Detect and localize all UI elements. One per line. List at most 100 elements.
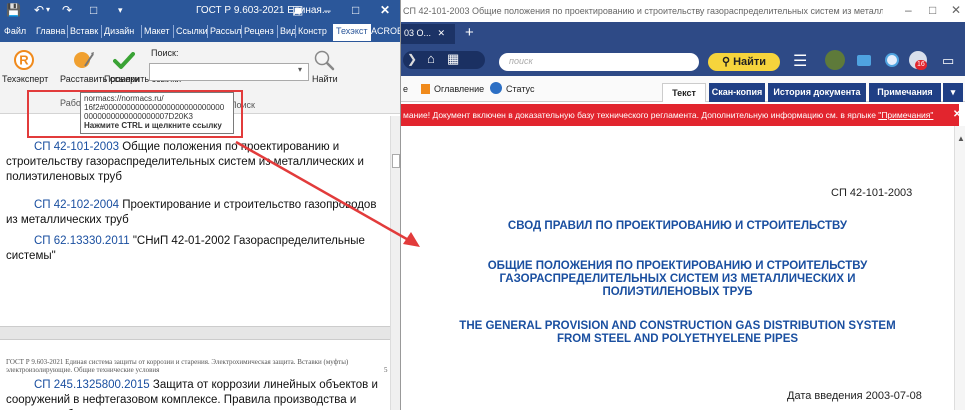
page-header-text: ГОСТ Р 9.603-2021 Единая система защиты …: [6, 358, 349, 374]
browser-tab[interactable]: 03 О... ✕: [401, 24, 455, 44]
toc-icon: [421, 84, 430, 94]
ribbon-display-icon[interactable]: ▣: [292, 3, 303, 17]
customize-toolbar-icon[interactable]: ▾: [118, 3, 123, 17]
svg-text:R: R: [19, 53, 29, 68]
tab-text[interactable]: Текст: [662, 83, 706, 102]
tab-scan-copy[interactable]: Скан-копия: [709, 83, 765, 102]
folder-icon[interactable]: [857, 55, 871, 66]
word-title-bar: 💾 ↶ ▾ ↷ □ ▾ ГОСТ Р 9.603-2021 Единая... …: [0, 0, 400, 22]
tab-document-history[interactable]: История документа: [768, 83, 866, 102]
document-viewer: СП 42-101-2003 СВОД ПРАВИЛ ПО ПРОЕКТИРОВ…: [401, 126, 954, 410]
document-heading-2: ОБЩИЕ ПОЛОЖЕНИЯ ПО ПРОЕКТИРОВАНИЮ И СТРО…: [401, 260, 954, 299]
home-icon[interactable]: ⌂: [427, 51, 435, 66]
document-heading-2-line-1: ОБЩИЕ ПОЛОЖЕНИЯ ПО ПРОЕКТИРОВАНИЮ И СТРО…: [487, 260, 868, 272]
browser-title-bar: СП 42-101-2003 Общие положения по проект…: [401, 0, 965, 22]
save-icon[interactable]: 💾: [6, 3, 21, 17]
redo-icon[interactable]: ↷: [62, 3, 72, 17]
word-ribbon-tabs: Файл Главна Вставк Дизайн Макет Ссылки Р…: [0, 22, 400, 42]
maximize-icon[interactable]: □: [352, 3, 359, 17]
tab-insert[interactable]: Вставк: [70, 26, 98, 36]
search-icon: ⚲: [721, 56, 730, 68]
document-code: СП 42-101-2003: [831, 187, 913, 199]
tab-home[interactable]: Главна: [36, 26, 65, 36]
doc-link-sp-62[interactable]: СП 62.13330.2011: [34, 235, 130, 247]
doc-reference-4: СП 245.1325800.2015 Защита от коррозии л…: [6, 378, 390, 410]
document-heading-3: THE GENERAL PROVISION AND CONSTRUCTION G…: [401, 320, 954, 346]
word-window: 💾 ↶ ▾ ↷ □ ▾ ГОСТ Р 9.603-2021 Единая... …: [0, 0, 400, 410]
document-heading-3-line-1: THE GENERAL PROVISION AND CONSTRUCTION G…: [459, 320, 896, 332]
browser-close-icon[interactable]: ✕: [951, 3, 961, 17]
notification-badge: 16: [915, 60, 927, 70]
new-document-icon[interactable]: □: [90, 3, 97, 17]
doc-link-sp-42-102[interactable]: СП 42-102-2004: [34, 199, 119, 211]
search-dropdown-icon[interactable]: ▾: [298, 65, 302, 74]
find-button[interactable]: ⚲ Найти: [708, 53, 780, 71]
tab-view[interactable]: Вид: [280, 26, 296, 36]
browser-window: СП 42-101-2003 Общие положения по проект…: [400, 0, 965, 410]
doc-link-sp-42-101[interactable]: СП 42-101-2003: [34, 141, 119, 153]
scroll-up-icon[interactable]: ▲: [957, 134, 965, 143]
document-intro-date: Дата введения 2003-07-08: [787, 390, 922, 402]
word-document-page: СП 42-101-2003 Общие положения по проект…: [0, 116, 390, 326]
arrange-links-icon[interactable]: [73, 50, 95, 70]
browser-tab-label: 03 О...: [404, 28, 432, 38]
tab-references[interactable]: Ссылки: [176, 26, 208, 36]
tab-mailings[interactable]: Рассыл: [210, 26, 241, 36]
chat-icon[interactable]: ▭: [942, 53, 954, 69]
toc-link[interactable]: Оглавление: [434, 84, 484, 94]
doc-reference-3: СП 62.13330.2011 "СНиП 42-01-2002 Газора…: [6, 234, 386, 264]
tab-acrobat[interactable]: ACROB: [371, 26, 400, 36]
close-icon[interactable]: ✕: [380, 3, 390, 17]
undo-dropdown-icon[interactable]: ▾: [46, 3, 50, 17]
browser-window-title: СП 42-101-2003 Общие положения по проект…: [403, 6, 883, 16]
tab-notes[interactable]: Примечания: [869, 83, 941, 102]
techexpert-logo-icon[interactable]: R: [14, 50, 34, 70]
nav-button-group: ❯ ⌂ ▦: [403, 51, 485, 69]
undo-icon[interactable]: ↶: [34, 3, 44, 17]
document-heading-2-line-3: ПОЛИЭТИЛЕНОВЫХ ТРУБ: [602, 286, 753, 298]
word-window-title: ГОСТ Р 9.603-2021 Единая...: [196, 5, 331, 16]
tab-file[interactable]: Файл: [4, 26, 26, 36]
tab-close-icon[interactable]: ✕: [438, 28, 446, 38]
tab-layout[interactable]: Макет: [144, 26, 169, 36]
tab-constructor[interactable]: Констр: [298, 26, 327, 36]
menu-icon[interactable]: ☰: [793, 51, 807, 71]
avatar[interactable]: [825, 50, 845, 70]
document-heading-1: СВОД ПРАВИЛ ПО ПРОЕКТИРОВАНИЮ И СТРОИТЕЛ…: [507, 220, 848, 232]
word-vertical-scrollbar[interactable]: [390, 116, 400, 410]
alert-text: мание! Документ включен в доказательную …: [403, 110, 879, 120]
annotation-highlight-box: [27, 90, 243, 138]
doc-reference-1: СП 42-101-2003 Общие положения по проект…: [6, 140, 386, 185]
page-break-gap: [0, 326, 400, 340]
doc-reference-2: СП 42-102-2004 Проектирование и строител…: [6, 198, 386, 228]
tab-review[interactable]: Реценз: [244, 26, 274, 36]
alert-close-icon[interactable]: ✕: [953, 109, 961, 120]
doc-link-sp-245[interactable]: СП 245.1325800.2015: [34, 379, 150, 391]
page-number: 5: [384, 366, 388, 374]
document-heading-3-line-2: FROM STEEL AND POLYETHYELENE PIPES: [556, 333, 799, 345]
status-link[interactable]: Статус: [506, 84, 534, 94]
grid-icon[interactable]: ▦: [447, 51, 459, 67]
tabs-dropdown-icon[interactable]: ▾: [943, 83, 963, 102]
document-heading-2-line-2: ГАЗОРАСПРЕДЕЛИТЕЛЬНЫХ СИСТЕМ ИЗ МЕТАЛЛИЧ…: [499, 273, 856, 285]
status-icon: [490, 82, 502, 94]
tab-techexpert[interactable]: Техэкст: [333, 24, 371, 41]
nav-prev-label[interactable]: е: [403, 84, 408, 94]
techexpert-button[interactable]: Техэксперт: [2, 74, 48, 84]
browser-vertical-scrollbar[interactable]: ▲: [954, 126, 965, 410]
alert-notes-link[interactable]: "Примечания": [878, 110, 933, 120]
forward-icon[interactable]: ❯: [407, 52, 417, 66]
search-input[interactable]: поиск: [499, 53, 699, 71]
magnifier-icon[interactable]: [313, 49, 335, 71]
scrollbar-thumb[interactable]: [392, 154, 400, 168]
clock-icon[interactable]: [885, 53, 899, 67]
check-links-icon[interactable]: [113, 52, 135, 70]
browser-minimize-icon[interactable]: –: [905, 3, 912, 17]
search-label: Поиск:: [151, 48, 179, 58]
new-tab-icon[interactable]: +: [465, 24, 474, 41]
search-input[interactable]: [149, 63, 309, 81]
find-button[interactable]: Найти: [312, 74, 338, 84]
minimize-icon[interactable]: –: [324, 3, 331, 17]
browser-maximize-icon[interactable]: □: [929, 3, 936, 17]
tab-design[interactable]: Дизайн: [104, 26, 134, 36]
